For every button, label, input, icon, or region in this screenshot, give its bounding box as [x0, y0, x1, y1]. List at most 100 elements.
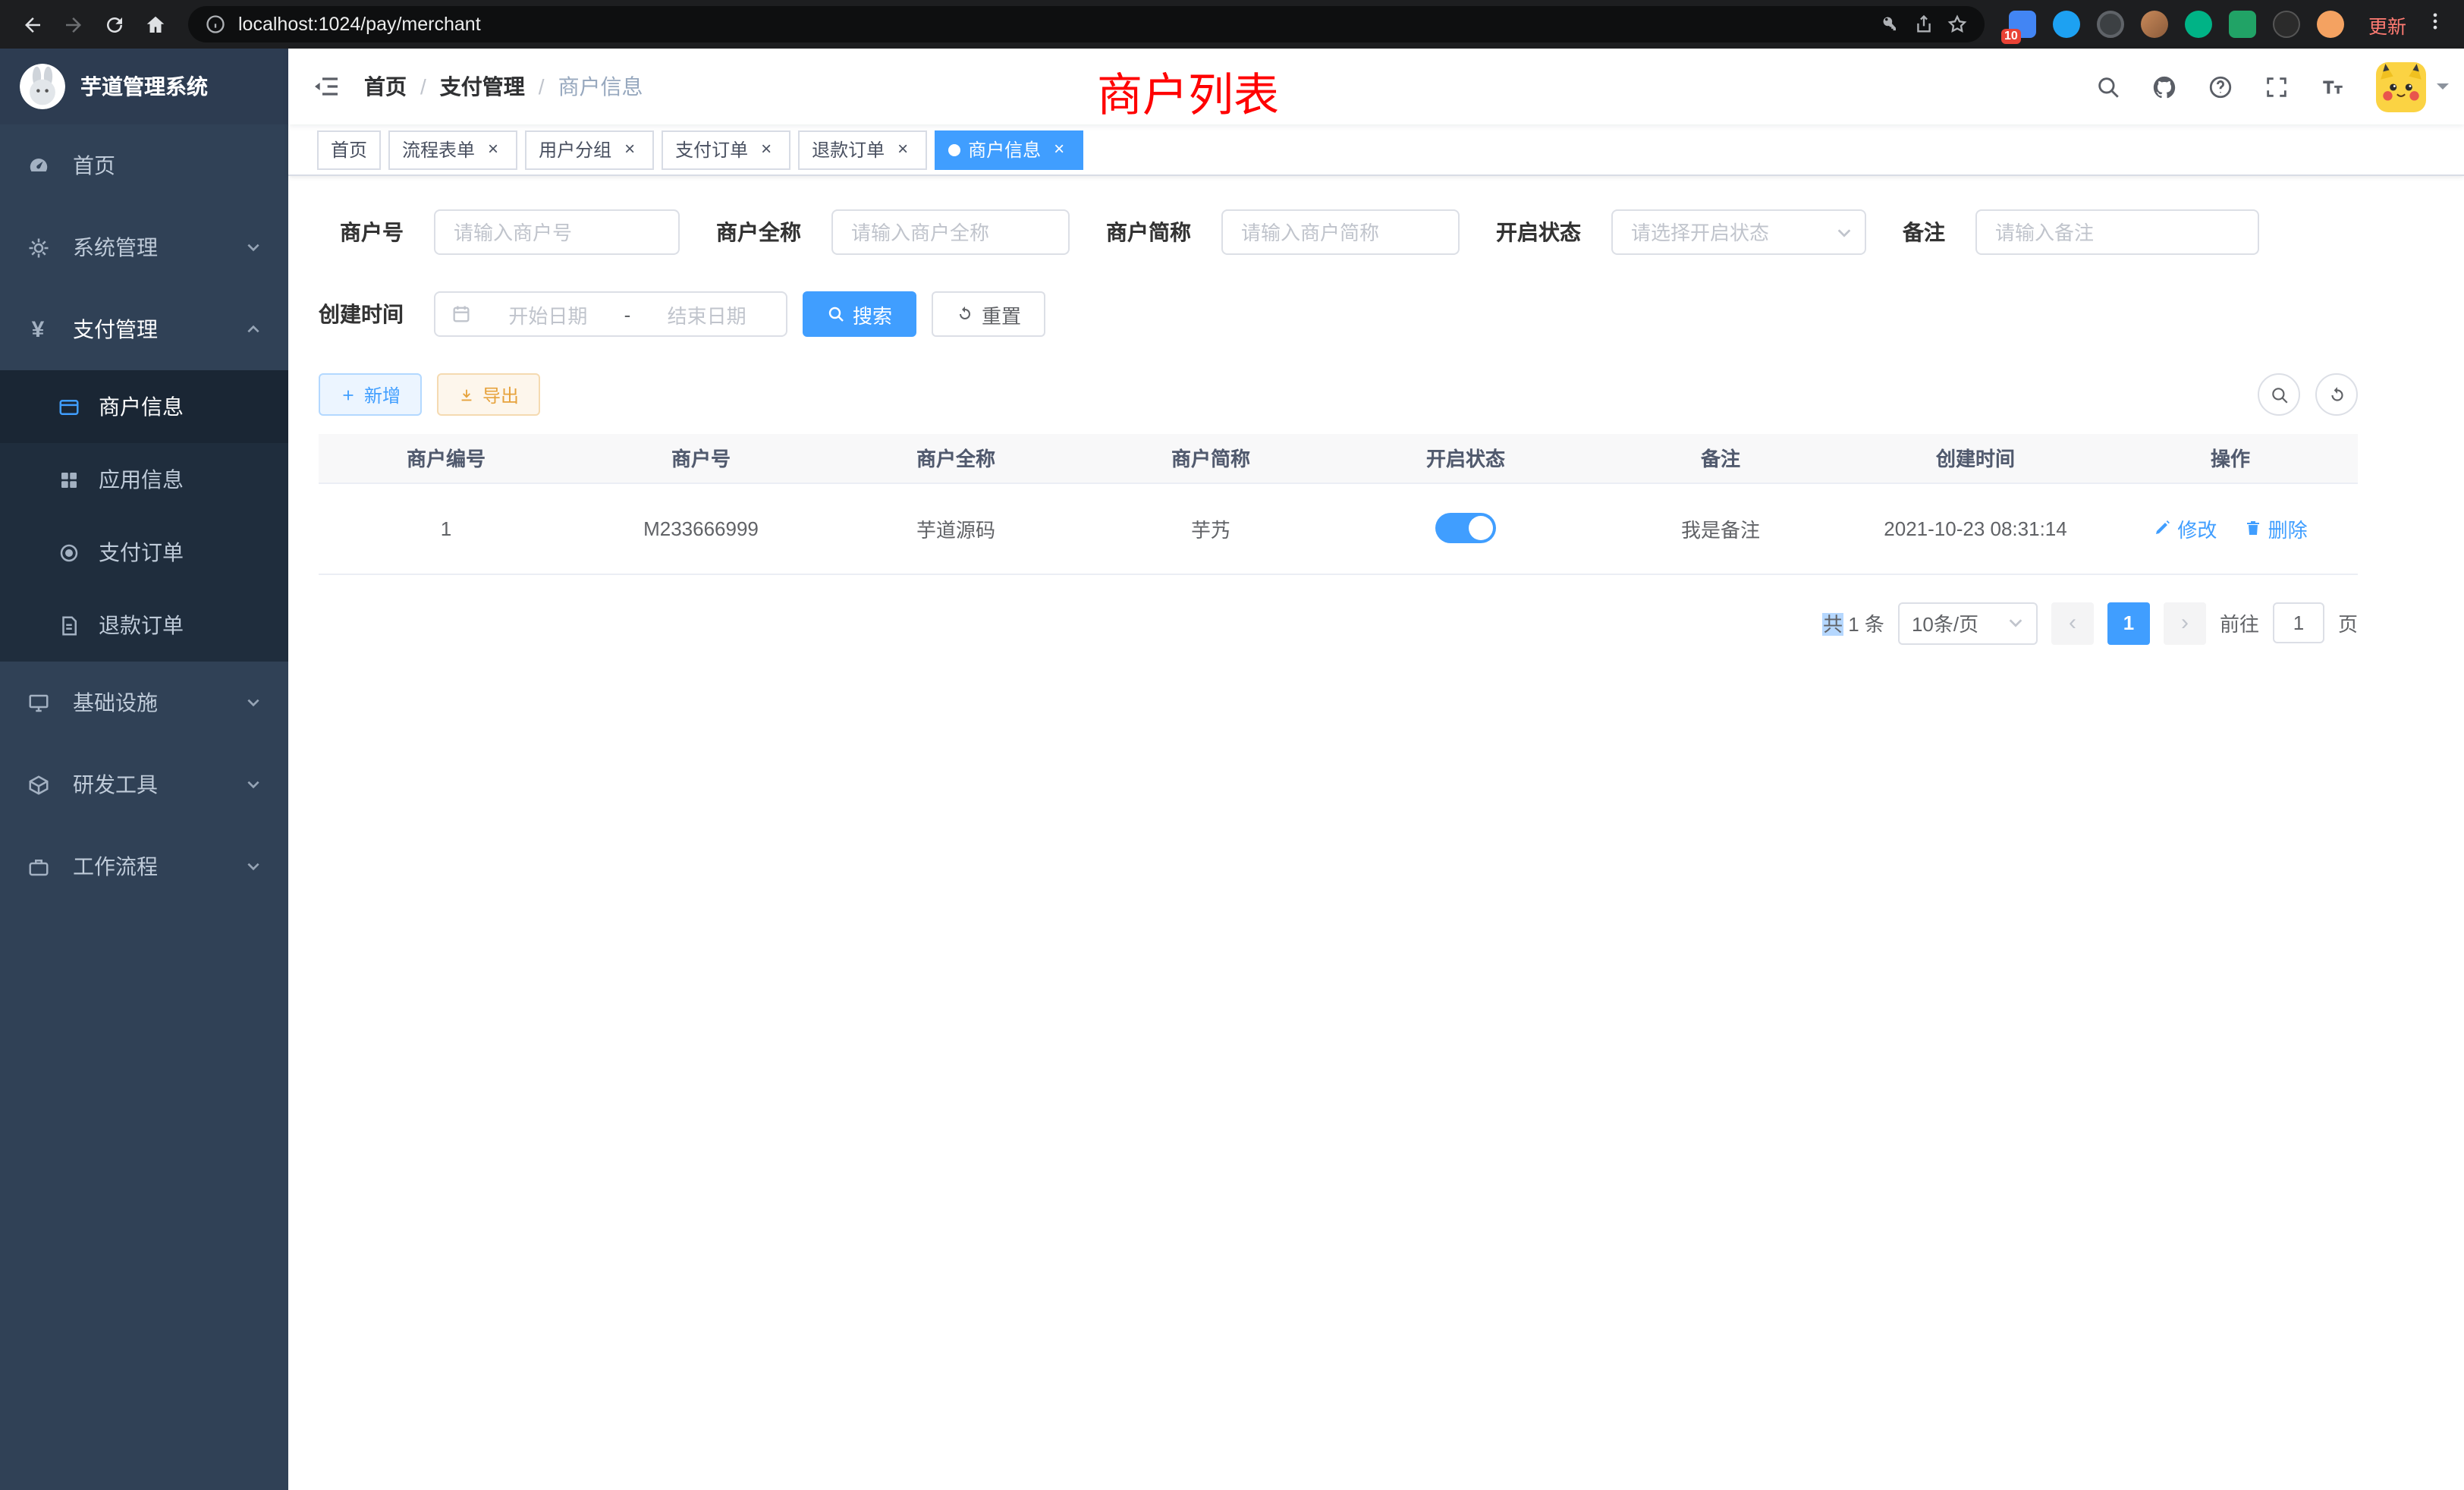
export-button[interactable]: 导出 — [437, 373, 540, 416]
add-button[interactable]: 新增 — [319, 373, 422, 416]
sidebar-item-system[interactable]: 系统管理 — [0, 206, 288, 288]
address-bar[interactable]: localhost:1024/pay/merchant — [188, 6, 1985, 42]
browser-forward-icon[interactable] — [53, 4, 94, 45]
cell-merchant-short: 芋艿 — [1083, 483, 1338, 574]
extension-sphere-icon[interactable] — [2097, 11, 2124, 38]
next-page-button[interactable]: › — [2164, 602, 2206, 644]
create-time-range-picker[interactable]: 开始日期 - 结束日期 — [434, 291, 787, 337]
close-icon[interactable]: × — [892, 139, 913, 160]
browser-menu-icon[interactable] — [2418, 10, 2452, 39]
col-header: 商户号 — [574, 434, 828, 483]
cell-merchant-id: 1 — [319, 483, 574, 574]
extension-drop-icon[interactable] — [2053, 11, 2080, 38]
close-icon[interactable]: × — [1048, 139, 1070, 160]
sidebar-item-pay-order[interactable]: 支付订单 — [0, 516, 288, 589]
app-logo[interactable]: 芋道管理系统 — [0, 49, 288, 124]
sidebar-item-home[interactable]: 首页 — [0, 124, 288, 206]
reset-button[interactable]: 重置 — [932, 291, 1045, 337]
sidebar-item-label: 支付管理 — [73, 314, 158, 344]
chevron-down-icon — [2007, 615, 2024, 631]
tab-home[interactable]: 首页 — [317, 130, 381, 169]
tab-merchant-info[interactable]: 商户信息× — [935, 130, 1083, 169]
sidebar-item-dev-tools[interactable]: 研发工具 — [0, 743, 288, 825]
fullscreen-icon[interactable] — [2252, 61, 2302, 112]
browser-back-icon[interactable] — [12, 4, 53, 45]
tab-refund-order[interactable]: 退款订单× — [798, 130, 927, 169]
browser-reload-icon[interactable] — [94, 4, 135, 45]
sidebar-item-app-info[interactable]: 应用信息 — [0, 443, 288, 516]
sidebar-item-workflow[interactable]: 工作流程 — [0, 825, 288, 907]
sidebar-item-label: 支付订单 — [99, 537, 184, 567]
sidebar-item-infrastructure[interactable]: 基础设施 — [0, 662, 288, 743]
sidebar-item-merchant-info[interactable]: 商户信息 — [0, 370, 288, 443]
search-button[interactable]: 搜索 — [803, 291, 916, 337]
breadcrumb: 首页 / 支付管理 / 商户信息 — [364, 71, 643, 102]
yen-icon: ¥ — [26, 317, 50, 341]
extension-green-circle-icon[interactable] — [2185, 11, 2212, 38]
tab-process-form[interactable]: 流程表单× — [388, 130, 517, 169]
browser-update-button[interactable]: 更新 — [2368, 10, 2406, 39]
page-number-1[interactable]: 1 — [2107, 602, 2150, 644]
merchant-name-label: 商户全称 — [716, 217, 801, 247]
active-dot — [948, 143, 960, 156]
delete-button[interactable]: 删除 — [2244, 514, 2308, 542]
search-icon[interactable] — [2083, 61, 2133, 112]
github-icon[interactable] — [2139, 61, 2189, 112]
col-header: 开启状态 — [1338, 434, 1593, 483]
remark-input[interactable] — [1975, 209, 2259, 255]
merchant-no-label: 商户号 — [319, 217, 404, 247]
extension-puzzle-icon[interactable]: 10 — [2009, 11, 2036, 38]
sidebar-item-refund-order[interactable]: 退款订单 — [0, 589, 288, 662]
sidebar-item-label: 基础设施 — [73, 687, 158, 718]
prev-page-button[interactable]: ‹ — [2051, 602, 2094, 644]
table-row: 1 M233666999 芋道源码 芋艿 我是备注 2021-10-23 08:… — [319, 483, 2358, 574]
tab-pay-order[interactable]: 支付订单× — [662, 130, 790, 169]
status-toggle[interactable] — [1435, 513, 1496, 543]
col-header: 创建时间 — [1848, 434, 2103, 483]
col-header: 商户编号 — [319, 434, 574, 483]
font-size-icon[interactable] — [2308, 61, 2358, 112]
chevron-down-icon — [246, 695, 261, 710]
extension-pinwheel-icon[interactable] — [2273, 11, 2300, 38]
box-icon — [26, 772, 50, 797]
tab-user-group[interactable]: 用户分组× — [525, 130, 654, 169]
breadcrumb-pay[interactable]: 支付管理 — [440, 71, 525, 102]
close-icon[interactable]: × — [482, 139, 504, 160]
extension-green-square-icon[interactable] — [2229, 11, 2256, 38]
sidebar-item-label: 工作流程 — [73, 851, 158, 882]
top-navbar: 首页 / 支付管理 / 商户信息 — [288, 49, 2464, 124]
help-icon[interactable] — [2195, 61, 2246, 112]
sidebar-item-pay[interactable]: ¥ 支付管理 — [0, 288, 288, 370]
breadcrumb-home[interactable]: 首页 — [364, 71, 407, 102]
user-avatar-button[interactable] — [2376, 61, 2449, 112]
page-size-select[interactable]: 10条/页 — [1898, 602, 2038, 644]
merchant-short-input[interactable] — [1221, 209, 1460, 255]
merchant-name-input[interactable] — [831, 209, 1070, 255]
extension-emoji-icon[interactable] — [2317, 11, 2344, 38]
extension-avatar-icon[interactable] — [2141, 11, 2168, 38]
bookmark-star-icon[interactable] — [1947, 14, 1968, 35]
close-icon[interactable]: × — [756, 139, 777, 160]
edit-button[interactable]: 修改 — [2153, 514, 2217, 542]
refresh-table-button[interactable] — [2315, 373, 2358, 416]
sidebar-item-label: 商户信息 — [99, 391, 184, 422]
site-info-icon[interactable] — [205, 14, 226, 35]
col-header: 商户简称 — [1083, 434, 1338, 483]
col-header: 商户全称 — [828, 434, 1083, 483]
page-content: 商户号 商户全称 商户简称 开启状态 — [288, 176, 2464, 1490]
remark-label: 备注 — [1903, 217, 1945, 247]
pen-icon — [2153, 519, 2171, 537]
hamburger-icon[interactable] — [288, 49, 364, 124]
cell-remark: 我是备注 — [1593, 483, 1848, 574]
avatar — [2376, 61, 2426, 112]
date-separator: - — [624, 303, 631, 325]
goto-page-input[interactable] — [2273, 602, 2324, 643]
close-icon[interactable]: × — [619, 139, 640, 160]
document-icon — [56, 613, 80, 637]
toggle-search-button[interactable] — [2258, 373, 2300, 416]
browser-home-icon[interactable] — [135, 4, 176, 45]
password-key-icon[interactable] — [1880, 14, 1901, 35]
share-icon[interactable] — [1913, 14, 1934, 35]
merchant-no-input[interactable] — [434, 209, 680, 255]
status-select[interactable] — [1611, 209, 1866, 255]
